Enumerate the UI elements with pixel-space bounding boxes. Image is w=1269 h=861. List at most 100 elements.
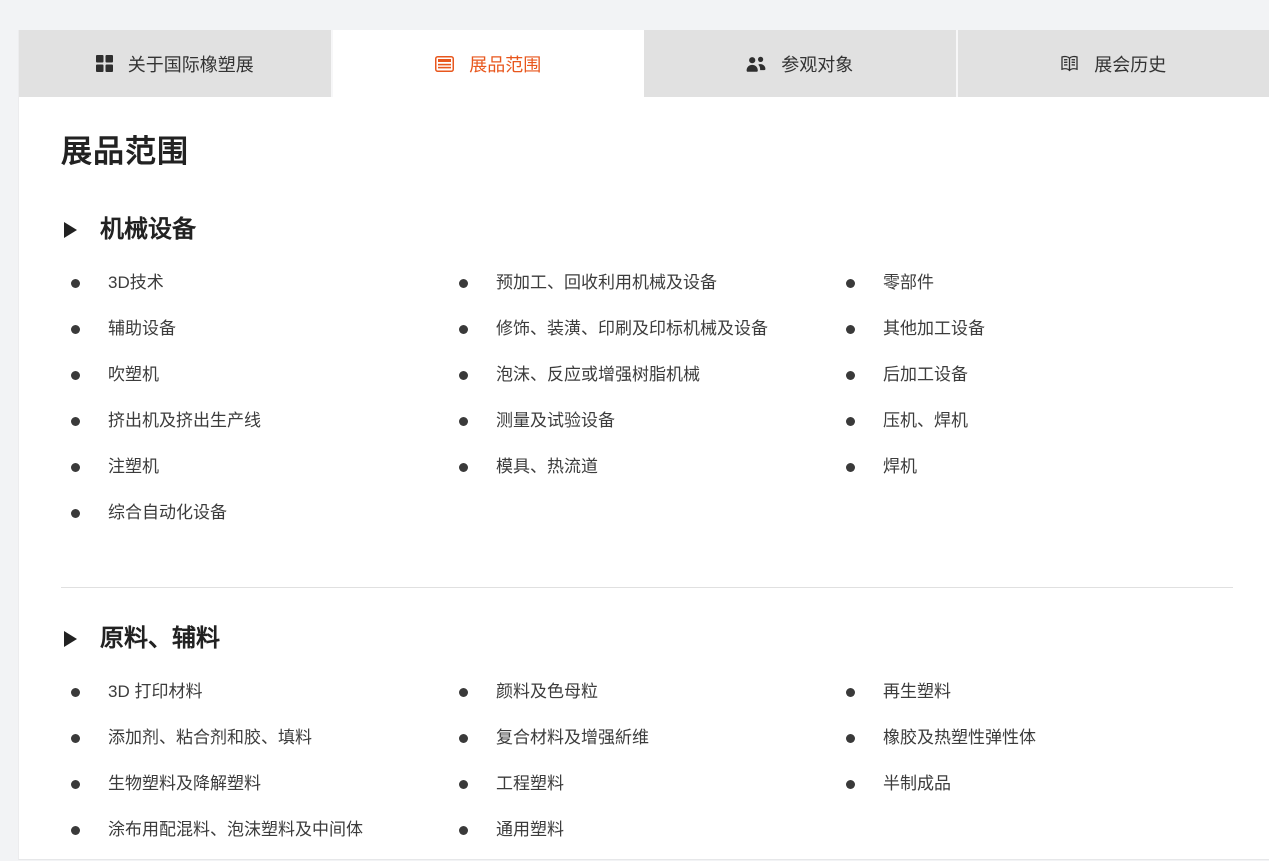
tab-bar: 关于国际橡塑展 展品范围 参 (19, 30, 1269, 97)
bullet-icon (846, 463, 855, 472)
list-item: 测量及试验设备 (449, 409, 836, 433)
bullet-icon (459, 325, 468, 334)
list-item-label: 工程塑料 (496, 772, 564, 796)
list-item: 添加剂、粘合剂和胶、填料 (61, 726, 449, 750)
list-item-label: 再生塑料 (883, 680, 951, 704)
bullet-icon (459, 417, 468, 426)
list-item: 3D技术 (61, 271, 449, 295)
list-item: 半制成品 (836, 772, 1249, 796)
list-icon (435, 56, 454, 72)
tab-label: 展会历史 (1094, 51, 1166, 77)
bullet-icon (846, 371, 855, 380)
list-item: 辅助设备 (61, 317, 449, 341)
bullet-icon (459, 463, 468, 472)
list-item: 再生塑料 (836, 680, 1249, 704)
triangle-right-icon (64, 222, 77, 238)
bullet-icon (71, 371, 80, 380)
bullet-icon (71, 780, 80, 789)
tab-panel-exhibit-scope: 展品范围 机械设备 3D技术辅助设备吹塑机挤出机及挤出生产线注塑机综合自动化设备… (19, 97, 1269, 861)
bullet-icon (846, 780, 855, 789)
list-item-label: 吹塑机 (108, 363, 159, 387)
tab-label: 参观对象 (781, 51, 853, 77)
list-item: 注塑机 (61, 455, 449, 479)
list-item: 生物塑料及降解塑料 (61, 772, 449, 796)
bullet-icon (846, 325, 855, 334)
list-item-label: 后加工设备 (883, 363, 968, 387)
tab-label: 关于国际橡塑展 (128, 51, 254, 77)
bullet-icon (71, 509, 80, 518)
list-item-label: 通用塑料 (496, 818, 564, 842)
list-item: 修饰、装潢、印刷及印标机械及设备 (449, 317, 836, 341)
content-container: 关于国际橡塑展 展品范围 参 (18, 30, 1269, 860)
list-item-label: 添加剂、粘合剂和胶、填料 (108, 726, 312, 750)
list-item-label: 泡沫、反应或增强树脂机械 (496, 363, 700, 387)
book-icon (1060, 55, 1079, 72)
bullet-icon (846, 734, 855, 743)
bullet-icon (459, 279, 468, 288)
list-item-label: 颜料及色母粒 (496, 680, 598, 704)
list-item: 通用塑料 (449, 818, 836, 842)
list-item-label: 预加工、回收利用机械及设备 (496, 271, 717, 295)
list-item: 模具、热流道 (449, 455, 836, 479)
section-header-materials[interactable]: 原料、辅料 (61, 622, 1249, 656)
list-item-label: 模具、热流道 (496, 455, 598, 479)
bullet-icon (71, 826, 80, 835)
list-item: 复合材料及增强紤维 (449, 726, 836, 750)
grid-icon (96, 55, 113, 72)
list-item: 颜料及色母粒 (449, 680, 836, 704)
section-title: 原料、辅料 (100, 622, 220, 656)
list-item: 零部件 (836, 271, 1249, 295)
tab-label: 展品范围 (469, 51, 541, 77)
list-item-label: 3D 打印材料 (108, 680, 202, 704)
list-item-label: 焊机 (883, 455, 917, 479)
bullet-icon (71, 734, 80, 743)
list-item: 预加工、回收利用机械及设备 (449, 271, 836, 295)
list-item-label: 测量及试验设备 (496, 409, 615, 433)
list-item-label: 综合自动化设备 (108, 501, 227, 525)
tab-show-history[interactable]: 展会历史 (958, 30, 1269, 97)
list-item: 涂布用配混料、泡沫塑料及中间体 (61, 818, 449, 842)
section-divider (61, 587, 1233, 588)
section-header-machinery[interactable]: 机械设备 (61, 213, 1249, 247)
list-item-label: 压机、焊机 (883, 409, 968, 433)
items-column: 预加工、回收利用机械及设备修饰、装潢、印刷及印标机械及设备泡沫、反应或增强树脂机… (449, 271, 836, 547)
items-column: 3D 打印材料添加剂、粘合剂和胶、填料生物塑料及降解塑料涂布用配混料、泡沫塑料及… (61, 680, 449, 861)
list-item-label: 挤出机及挤出生产线 (108, 409, 261, 433)
items-grid-materials: 3D 打印材料添加剂、粘合剂和胶、填料生物塑料及降解塑料涂布用配混料、泡沫塑料及… (61, 680, 1249, 861)
bullet-icon (846, 417, 855, 426)
section-title: 机械设备 (100, 213, 196, 247)
list-item: 3D 打印材料 (61, 680, 449, 704)
list-item: 后加工设备 (836, 363, 1249, 387)
list-item-label: 修饰、装潢、印刷及印标机械及设备 (496, 317, 768, 341)
list-item-label: 半制成品 (883, 772, 951, 796)
items-grid-machinery: 3D技术辅助设备吹塑机挤出机及挤出生产线注塑机综合自动化设备 预加工、回收利用机械… (61, 271, 1249, 547)
list-item-label: 3D技术 (108, 271, 164, 295)
bullet-icon (71, 688, 80, 697)
section-materials: 原料、辅料 3D 打印材料添加剂、粘合剂和胶、填料生物塑料及降解塑料涂布用配混料… (61, 622, 1249, 861)
bullet-icon (459, 688, 468, 697)
list-item-label: 零部件 (883, 271, 934, 295)
list-item-label: 注塑机 (108, 455, 159, 479)
bullet-icon (846, 688, 855, 697)
users-icon (746, 56, 766, 72)
list-item: 焊机 (836, 455, 1249, 479)
list-item-label: 复合材料及增强紤维 (496, 726, 649, 750)
bullet-icon (459, 780, 468, 789)
bullet-icon (459, 371, 468, 380)
items-column: 颜料及色母粒复合材料及增强紤维工程塑料通用塑料 (449, 680, 836, 861)
tab-visitor-targets[interactable]: 参观对象 (644, 30, 958, 97)
list-item: 其他加工设备 (836, 317, 1249, 341)
page-title: 展品范围 (61, 133, 1249, 171)
tab-about-exhibition[interactable]: 关于国际橡塑展 (19, 30, 333, 97)
bullet-icon (459, 734, 468, 743)
section-machinery: 机械设备 3D技术辅助设备吹塑机挤出机及挤出生产线注塑机综合自动化设备 预加工、回… (61, 213, 1249, 547)
bullet-icon (71, 463, 80, 472)
triangle-right-icon (64, 631, 77, 647)
tab-exhibit-scope[interactable]: 展品范围 (333, 30, 645, 97)
bullet-icon (71, 279, 80, 288)
bullet-icon (459, 826, 468, 835)
list-item: 橡胶及热塑性弹性体 (836, 726, 1249, 750)
list-item: 压机、焊机 (836, 409, 1249, 433)
list-item: 综合自动化设备 (61, 501, 449, 525)
bullet-icon (846, 279, 855, 288)
